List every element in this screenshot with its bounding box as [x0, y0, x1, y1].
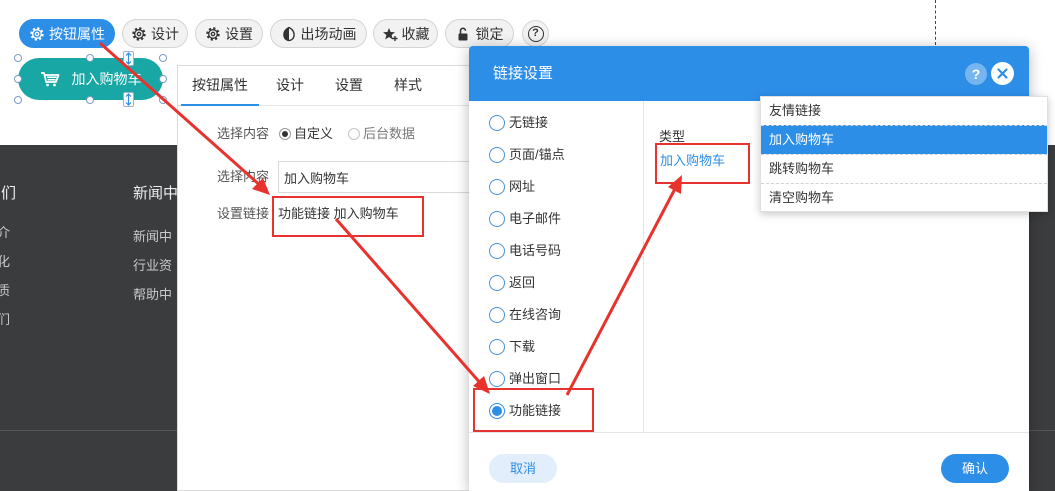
animation-icon [281, 26, 297, 42]
footer-col1-heading: 们 [1, 185, 17, 202]
toolbar-button-properties[interactable]: 按钮属性 [19, 19, 115, 48]
link-type-label[interactable]: 网址 [509, 178, 535, 196]
radio-custom-label[interactable]: 自定义 [294, 125, 333, 143]
footer-link[interactable]: 介 [0, 225, 10, 241]
content-label: 选择内容 [217, 169, 270, 184]
radio-link-type[interactable] [489, 211, 505, 227]
gear-icon [131, 26, 147, 42]
resize-handle[interactable] [159, 54, 167, 62]
resize-handle[interactable] [14, 75, 22, 83]
toolbar-button-label: 出场动画 [300, 25, 357, 42]
page: 们 介 化 质 们 新闻中 新闻中 行业资 帮助中 按钮属性 设计 设置 出场动… [0, 0, 1055, 491]
dropdown-option[interactable]: 跳转购物车 [761, 154, 1047, 183]
link-type-label[interactable]: 页面/锚点 [509, 146, 565, 164]
tab-style[interactable]: 样式 [394, 66, 422, 104]
tab-design[interactable]: 设计 [276, 66, 304, 104]
toolbar-button-label: 设置 [225, 25, 253, 42]
annotation-highlight-box [272, 196, 424, 237]
radio-link-type[interactable] [489, 371, 505, 387]
up-down-arrow-icon [125, 93, 132, 106]
close-icon[interactable] [991, 62, 1014, 85]
cancel-button[interactable]: 取消 [489, 454, 557, 483]
resize-handle[interactable] [86, 54, 94, 62]
footer-link[interactable]: 行业资 [133, 258, 172, 274]
star-icon [382, 26, 398, 42]
help-icon: ? [527, 25, 544, 42]
up-down-arrow-icon [125, 52, 132, 65]
link-type-label[interactable]: 电子邮件 [509, 210, 561, 228]
lock-icon [456, 26, 472, 42]
toolbar-button-animation[interactable]: 出场动画 [270, 19, 367, 48]
dialog-help-button[interactable]: ? [965, 63, 987, 85]
radio-custom[interactable] [279, 128, 291, 140]
link-type-label[interactable]: 弹出窗口 [509, 370, 561, 388]
annotation-highlight-box [473, 388, 594, 432]
resize-handle[interactable] [159, 75, 167, 83]
link-type-label[interactable]: 无链接 [509, 114, 548, 132]
link-type-label[interactable]: 电话号码 [509, 242, 561, 260]
confirm-button[interactable]: 确认 [941, 454, 1009, 483]
type-dropdown-menu: 友情链接 加入购物车 跳转购物车 清空购物车 [760, 96, 1048, 212]
tab-settings[interactable]: 设置 [335, 66, 363, 104]
radio-link-type[interactable] [489, 147, 505, 163]
toolbar-button-lock[interactable]: 锁定 [445, 19, 514, 48]
guide-line [935, 0, 936, 45]
selected-cart-button[interactable]: 加入购物车 [18, 58, 163, 100]
content-source-label: 选择内容 [217, 126, 270, 141]
height-resize-grip[interactable] [123, 51, 134, 66]
link-type-label[interactable]: 在线咨询 [509, 306, 561, 324]
link-type-label[interactable]: 下载 [509, 338, 535, 356]
gear-icon [205, 26, 221, 42]
radio-link-type[interactable] [489, 307, 505, 323]
annotation-highlight-box [655, 143, 750, 184]
selected-button-label: 加入购物车 [71, 71, 142, 87]
toolbar-button-settings[interactable]: 设置 [195, 19, 263, 48]
footer-link[interactable]: 们 [0, 312, 10, 328]
dialog-column-divider [643, 101, 644, 432]
tab-button-properties[interactable]: 按钮属性 [181, 66, 259, 106]
height-resize-grip[interactable] [123, 92, 134, 107]
cart-icon [40, 71, 60, 87]
radio-link-type[interactable] [489, 179, 505, 195]
radio-link-type[interactable] [489, 243, 505, 259]
dialog-header: 链接设置 ? [469, 46, 1029, 101]
dialog-footer-divider [469, 432, 1029, 433]
button-properties-panel: 按钮属性 设计 设置 样式 选择内容 自定义 后台数据 选择内容 设置链接 功能… [177, 65, 518, 491]
panel-tab-bar: 按钮属性 设计 设置 样式 [178, 66, 506, 106]
toolbar-button-label: 设计 [151, 25, 179, 42]
footer-link[interactable]: 质 [0, 283, 10, 299]
footer-link[interactable]: 帮助中 [133, 287, 172, 303]
toolbar-button-favorite[interactable]: 收藏 [373, 19, 438, 48]
dropdown-option[interactable]: 清空购物车 [761, 183, 1047, 212]
link-type-label[interactable]: 返回 [509, 274, 535, 292]
toolbar-button-design[interactable]: 设计 [122, 19, 188, 48]
resize-handle[interactable] [14, 54, 22, 62]
footer-link[interactable]: 新闻中 [133, 229, 172, 245]
footer-col2-heading: 新闻中 [133, 185, 179, 202]
gear-icon [29, 26, 45, 42]
toolbar-help-button[interactable]: ? [522, 20, 549, 47]
radio-link-type[interactable] [489, 115, 505, 131]
dropdown-option[interactable]: 友情链接 [761, 97, 1047, 125]
radio-link-type[interactable] [489, 275, 505, 291]
dialog-title: 链接设置 [493, 65, 554, 82]
resize-handle[interactable] [14, 96, 22, 104]
footer-link[interactable]: 化 [0, 254, 10, 270]
radio-link-type[interactable] [489, 339, 505, 355]
toolbar-button-label: 收藏 [401, 25, 430, 42]
radio-backend-data-label[interactable]: 后台数据 [363, 125, 415, 143]
radio-backend-data[interactable] [348, 128, 360, 140]
resize-handle[interactable] [86, 96, 94, 104]
dropdown-option[interactable]: 加入购物车 [761, 125, 1047, 154]
toolbar-button-label: 锁定 [475, 25, 504, 42]
resize-handle[interactable] [159, 96, 167, 104]
toolbar-button-label: 按钮属性 [49, 25, 105, 42]
link-label: 设置链接 [217, 206, 270, 221]
